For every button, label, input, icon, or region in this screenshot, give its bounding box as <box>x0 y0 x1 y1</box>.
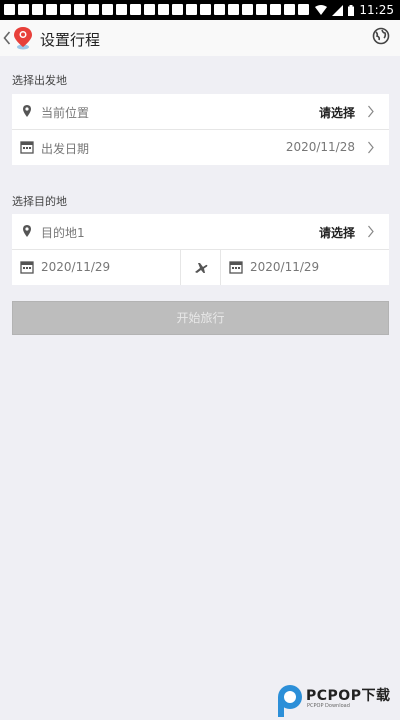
departure-date-row[interactable]: 出发日期 2020/11/28 <box>12 130 389 165</box>
chevron-left-icon <box>3 31 11 45</box>
page-title: 设置行程 <box>40 31 101 49</box>
start-travel-button[interactable]: 开始旅行 <box>12 301 389 335</box>
departure-location-row[interactable]: 当前位置 请选择 <box>12 94 389 129</box>
notification-icon <box>228 4 239 15</box>
departure-card: 当前位置 请选择 出发日期 2020/11/28 <box>12 94 389 165</box>
watermark-subtext: PCPOP Download <box>307 703 350 709</box>
notification-icon <box>102 4 113 15</box>
notification-icon <box>18 4 29 15</box>
notification-icon <box>298 4 309 15</box>
destination-dates-row: 2020/11/29 2020/11/29 <box>12 250 389 285</box>
flight-toggle[interactable] <box>181 250 220 285</box>
destination-start-date-value: 2020/11/29 <box>41 260 111 274</box>
notification-icon <box>60 4 71 15</box>
notification-icon <box>46 4 57 15</box>
notification-icon <box>284 4 295 15</box>
notification-icon <box>242 4 253 15</box>
globe-button[interactable] <box>372 27 392 47</box>
location-pin-icon <box>23 225 31 237</box>
notification-icon <box>116 4 127 15</box>
notification-icon <box>186 4 197 15</box>
departure-date-value: 2020/11/28 <box>285 140 355 154</box>
status-time: 11:25 <box>359 3 394 17</box>
destination-end-date-value: 2020/11/29 <box>250 260 320 274</box>
departure-location-label: 当前位置 <box>41 106 90 120</box>
airplane-icon <box>195 263 208 273</box>
map-pin-logo-icon <box>14 27 32 50</box>
notification-icon <box>256 4 267 15</box>
watermark-logo: PCPOP下载 PCPOP Download <box>276 682 398 720</box>
status-indicators: 11:25 <box>315 2 394 18</box>
destination-section-label: 选择目的地 <box>12 195 67 208</box>
destination-card: 目的地1 请选择 2020/11/29 2020/11/29 <box>12 214 389 285</box>
chevron-right-icon <box>368 225 374 238</box>
destination-start-date[interactable]: 2020/11/29 <box>12 250 180 285</box>
back-button[interactable] <box>3 24 37 52</box>
notification-icon <box>200 4 211 15</box>
calendar-icon <box>20 141 34 154</box>
notification-icon <box>74 4 85 15</box>
notification-icon <box>32 4 43 15</box>
chevron-right-icon <box>368 105 374 118</box>
calendar-icon <box>20 261 34 274</box>
destination-label: 目的地1 <box>41 226 85 240</box>
notification-icon <box>172 4 183 15</box>
destination-end-date[interactable]: 2020/11/29 <box>221 250 389 285</box>
departure-location-value: 请选择 <box>318 106 355 120</box>
location-pin-icon <box>23 105 31 117</box>
notification-icon <box>158 4 169 15</box>
notification-icon <box>214 4 225 15</box>
wifi-icon <box>315 5 328 15</box>
watermark-text: PCPOP下载 <box>306 688 391 704</box>
notification-icon <box>144 4 155 15</box>
notification-icon <box>130 4 141 15</box>
notification-icon <box>4 4 15 15</box>
destination-row[interactable]: 目的地1 请选择 <box>12 214 389 249</box>
globe-icon <box>372 27 390 45</box>
app-header: 设置行程 <box>0 20 400 56</box>
chevron-right-icon <box>368 141 374 154</box>
departure-section-label: 选择出发地 <box>12 74 67 87</box>
departure-date-label: 出发日期 <box>41 142 90 156</box>
pcpop-logo-icon <box>278 685 302 717</box>
notification-icon <box>88 4 99 15</box>
signal-icon <box>332 4 344 16</box>
battery-icon <box>348 4 355 16</box>
calendar-icon <box>229 261 243 274</box>
status-bar: 11:25 <box>0 0 400 20</box>
notification-icon <box>270 4 281 15</box>
destination-value: 请选择 <box>318 226 355 240</box>
